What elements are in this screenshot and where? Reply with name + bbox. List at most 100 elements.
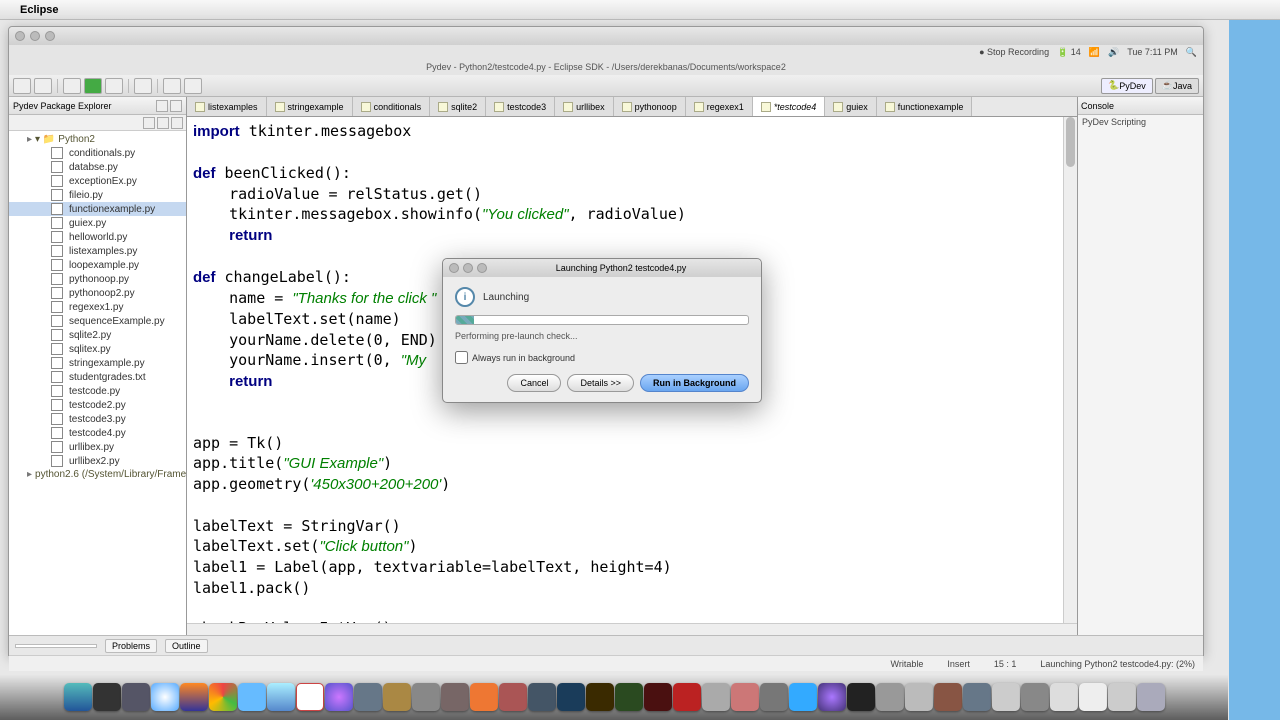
tab-stringexample[interactable]: stringexample: [267, 97, 353, 116]
eclipse-icon[interactable]: [818, 683, 846, 711]
save-button[interactable]: [34, 78, 52, 94]
collapse-all-icon[interactable]: [143, 117, 155, 129]
stop-recording[interactable]: ● Stop Recording: [979, 47, 1049, 57]
pydev-perspective[interactable]: 🐍 PyDev: [1101, 78, 1153, 94]
minimize-traffic-icon[interactable]: [30, 31, 40, 41]
close-traffic-icon[interactable]: [15, 31, 25, 41]
back-button[interactable]: [163, 78, 181, 94]
dialog-min-icon[interactable]: [463, 263, 473, 273]
window-titlebar[interactable]: [9, 27, 1203, 45]
safari-icon[interactable]: [151, 683, 179, 711]
spotlight-icon[interactable]: 🔍: [1186, 47, 1197, 58]
tab-urllibex[interactable]: urllibex: [555, 97, 614, 116]
file-urllibex2-py[interactable]: urllibex2.py: [9, 454, 186, 468]
folder-icon[interactable]: [1050, 683, 1078, 711]
app-menu[interactable]: Eclipse: [20, 4, 59, 16]
maximize-icon[interactable]: [170, 100, 182, 112]
file-testcode4-py[interactable]: testcode4.py: [9, 426, 186, 440]
run-button[interactable]: [84, 78, 102, 94]
console-tab[interactable]: Console: [1078, 97, 1203, 115]
tab-conditionals[interactable]: conditionals: [353, 97, 431, 116]
zoom-traffic-icon[interactable]: [45, 31, 55, 41]
terminal-icon[interactable]: [847, 683, 875, 711]
firefox-icon[interactable]: [180, 683, 208, 711]
always-background-checkbox[interactable]: Always run in background: [455, 351, 749, 364]
prefs-icon[interactable]: [1021, 683, 1049, 711]
app-icon-7[interactable]: [905, 683, 933, 711]
view-menu-icon[interactable]: [171, 117, 183, 129]
dialog-zoom-icon[interactable]: [477, 263, 487, 273]
vertical-scrollbar[interactable]: [1063, 117, 1077, 623]
file-listexamples-py[interactable]: listexamples.py: [9, 244, 186, 258]
search-button[interactable]: [134, 78, 152, 94]
run-background-button[interactable]: Run in Background: [640, 374, 749, 392]
tab-sqlite2[interactable]: sqlite2: [430, 97, 486, 116]
dreamweaver-icon[interactable]: [615, 683, 643, 711]
acrobat-icon[interactable]: [673, 683, 701, 711]
file-helloworld-py[interactable]: helloworld.py: [9, 230, 186, 244]
dashboard-icon[interactable]: [93, 683, 121, 711]
file-urllibex-py[interactable]: urllibex.py: [9, 440, 186, 454]
itunes-icon[interactable]: [325, 683, 353, 711]
app-icon-2[interactable]: [470, 683, 498, 711]
app-icon-1[interactable]: [441, 683, 469, 711]
app-icon-6[interactable]: [876, 683, 904, 711]
file-functionexample-py[interactable]: functionexample.py: [9, 202, 186, 216]
illustrator-icon[interactable]: [586, 683, 614, 711]
file-tree[interactable]: ▾ 📁 Python2 conditionals.pydatabse.pyexc…: [9, 131, 186, 635]
file-conditionals-py[interactable]: conditionals.py: [9, 146, 186, 160]
preview-icon[interactable]: [354, 683, 382, 711]
app-icon-4[interactable]: [702, 683, 730, 711]
file-stringexample-py[interactable]: stringexample.py: [9, 356, 186, 370]
file-testcode3-py[interactable]: testcode3.py: [9, 412, 186, 426]
quicktime-icon[interactable]: [528, 683, 556, 711]
checkbox-input[interactable]: [455, 351, 468, 364]
cancel-button[interactable]: Cancel: [507, 374, 561, 392]
java-perspective[interactable]: ☕ Java: [1155, 78, 1199, 94]
link-editor-icon[interactable]: [157, 117, 169, 129]
documents-icon[interactable]: [1079, 683, 1107, 711]
automator-icon[interactable]: [412, 683, 440, 711]
file-regexex1-py[interactable]: regexex1.py: [9, 300, 186, 314]
file-testcode-py[interactable]: testcode.py: [9, 384, 186, 398]
app-icon-8[interactable]: [934, 683, 962, 711]
tab-testcode3[interactable]: testcode3: [486, 97, 555, 116]
iphoto-icon[interactable]: [383, 683, 411, 711]
file-studentgrades-txt[interactable]: studentgrades.txt: [9, 370, 186, 384]
photoshop-icon[interactable]: [557, 683, 585, 711]
app-icon-9[interactable]: [963, 683, 991, 711]
file-loopexample-py[interactable]: loopexample.py: [9, 258, 186, 272]
tab-testcode4[interactable]: *testcode4: [753, 97, 826, 116]
mail-icon[interactable]: [267, 683, 295, 711]
ichat-icon[interactable]: [238, 683, 266, 711]
outline-tab[interactable]: Outline: [165, 639, 208, 653]
tab-pythonoop[interactable]: pythonoop: [614, 97, 686, 116]
new-button[interactable]: [13, 78, 31, 94]
expose-icon[interactable]: [122, 683, 150, 711]
app-icon-10[interactable]: [992, 683, 1020, 711]
tab-listexamples[interactable]: listexamples: [187, 97, 267, 116]
mamp-icon[interactable]: [760, 683, 788, 711]
flash-icon[interactable]: [644, 683, 672, 711]
forward-button[interactable]: [184, 78, 202, 94]
tab-guiex[interactable]: guiex: [825, 97, 877, 116]
app-icon-5[interactable]: [731, 683, 759, 711]
debug-button[interactable]: [63, 78, 81, 94]
quick-access[interactable]: [15, 644, 97, 648]
project-folder[interactable]: ▾ 📁 Python2: [9, 133, 186, 146]
file-databse-py[interactable]: databse.py: [9, 160, 186, 174]
file-sqlite2-py[interactable]: sqlite2.py: [9, 328, 186, 342]
file-pythonoop2-py[interactable]: pythonoop2.py: [9, 286, 186, 300]
external-tools-button[interactable]: [105, 78, 123, 94]
file-testcode2-py[interactable]: testcode2.py: [9, 398, 186, 412]
file-sqlitex-py[interactable]: sqlitex.py: [9, 342, 186, 356]
tab-functionexample[interactable]: functionexample: [877, 97, 973, 116]
details-button[interactable]: Details >>: [567, 374, 634, 392]
python-lib[interactable]: python2.6 (/System/Library/Frameworks/..…: [9, 468, 186, 481]
horizontal-scrollbar[interactable]: [187, 623, 1077, 635]
file-exceptionEx-py[interactable]: exceptionEx.py: [9, 174, 186, 188]
file-pythonoop-py[interactable]: pythonoop.py: [9, 272, 186, 286]
chrome-icon[interactable]: [209, 683, 237, 711]
trash-icon[interactable]: [1137, 683, 1165, 711]
problems-tab[interactable]: Problems: [105, 639, 157, 653]
